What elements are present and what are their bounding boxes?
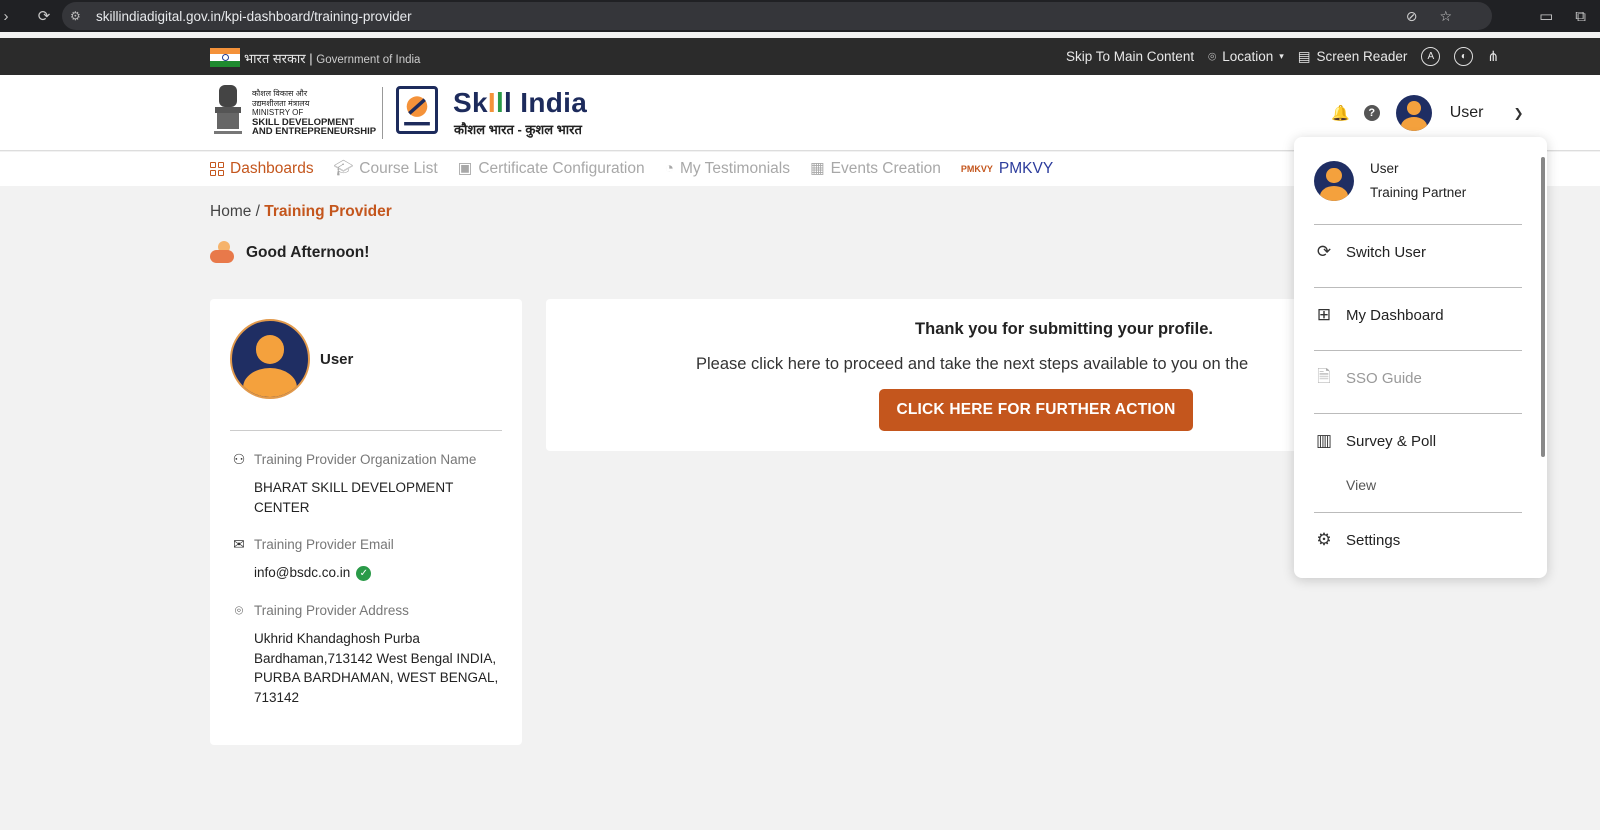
- survey-poll-item[interactable]: ▥ Survey & Poll: [1314, 431, 1436, 451]
- reload-icon[interactable]: ⟳: [34, 7, 54, 25]
- bookmark-star-icon[interactable]: ☆: [1439, 8, 1452, 25]
- address-label: Training Provider Address: [254, 603, 409, 618]
- switch-user-item[interactable]: ⟳ Switch User: [1314, 242, 1426, 262]
- profile-avatar: [230, 319, 310, 399]
- graduation-cap-icon: 🎓︎: [333, 160, 354, 177]
- eye-off-icon[interactable]: ⊘: [1406, 8, 1418, 25]
- calendar-icon: ▦: [809, 160, 825, 177]
- dropdown-user-role: Training Partner: [1370, 185, 1467, 200]
- url-text: skillindiadigital.gov.in/kpi-dashboard/t…: [96, 8, 412, 24]
- help-icon[interactable]: ?: [1363, 105, 1380, 121]
- notification-bell-icon[interactable]: 🔔: [1331, 104, 1350, 122]
- email-field: ✉ Training Provider Email info@bsdc.co.in…: [230, 536, 510, 583]
- site-settings-icon[interactable]: ⚙: [70, 9, 90, 23]
- dropdown-scrollbar[interactable]: [1541, 157, 1545, 457]
- forward-icon[interactable]: ›: [0, 8, 16, 25]
- email-label: Training Provider Email: [254, 537, 394, 552]
- pmkvy-logo: PMKVY: [960, 163, 993, 174]
- gov-hindi: भारत सरकार: [244, 51, 306, 66]
- location-dropdown[interactable]: ⌾ Location ▾: [1208, 49, 1284, 65]
- tab-search-icon[interactable]: ▭: [1539, 7, 1553, 25]
- email-value: info@bsdc.co.in: [254, 565, 351, 580]
- header-avatar[interactable]: [1395, 95, 1432, 131]
- further-action-button[interactable]: CLICK HERE FOR FURTHER ACTION: [879, 389, 1193, 431]
- sun-cloud-icon: [210, 240, 236, 266]
- dropdown-divider: [1314, 350, 1522, 351]
- profile-divider: [230, 430, 502, 431]
- my-dashboard-item[interactable]: ⊞ My Dashboard: [1314, 305, 1444, 325]
- screen-reader-icon: ▤: [1297, 48, 1311, 64]
- address-field: ⌾ Training Provider Address Ukhrid Khanda…: [230, 602, 510, 707]
- testimonial-icon: ◔: [664, 159, 674, 177]
- bar-chart-icon: ▥: [1315, 431, 1333, 450]
- map-pin-icon: ⌾: [234, 602, 244, 618]
- certificate-icon: ▣: [457, 160, 473, 177]
- profile-card: User ⚇ Training Provider Organization Nam…: [210, 299, 522, 745]
- gov-english: Government of India: [316, 54, 421, 66]
- skip-to-main-link[interactable]: Skip To Main Content: [1066, 49, 1194, 64]
- person-icon: ⚇: [232, 451, 246, 467]
- dropdown-divider: [1314, 512, 1522, 513]
- dropdown-user-name: User: [1370, 161, 1399, 176]
- nav-course-list[interactable]: 🎓︎ Course List: [334, 159, 438, 178]
- nav-events-creation[interactable]: ▦ Events Creation: [810, 159, 941, 178]
- breadcrumb: Home / Training Provider: [210, 203, 392, 220]
- contrast-icon[interactable]: ◐: [1454, 47, 1474, 66]
- greeting-text: Good Afternoon!: [246, 244, 370, 261]
- survey-view-link[interactable]: View: [1346, 477, 1376, 493]
- sso-guide-item[interactable]: 🗎 SSO Guide: [1314, 366, 1422, 388]
- settings-item[interactable]: ⚙ Settings: [1314, 530, 1400, 550]
- brand-title[interactable]: SkIll India: [453, 87, 587, 119]
- address-value: Ukhrid Khandaghosh Purba Bardhaman,71314…: [254, 631, 499, 705]
- address-bar[interactable]: ⚙ skillindiadigital.gov.in/kpi-dashboard…: [62, 2, 1492, 30]
- org-name-field: ⚇ Training Provider Organization Name BHA…: [230, 451, 510, 517]
- chevron-down-icon: ▾: [1279, 51, 1284, 61]
- nav-dashboards[interactable]: Dashboards: [210, 159, 314, 178]
- refresh-icon: ⟳: [1316, 242, 1332, 261]
- dropdown-avatar: [1314, 161, 1354, 201]
- browser-toolbar: › ⟳ ⚙ skillindiadigital.gov.in/kpi-dashb…: [0, 0, 1600, 32]
- verified-check-icon: ✓: [356, 565, 372, 581]
- document-icon: 🗎: [1317, 366, 1331, 386]
- org-name-label: Training Provider Organization Name: [254, 452, 477, 467]
- sitemap-icon[interactable]: ⋔: [1487, 48, 1499, 65]
- nav-certificate-configuration[interactable]: ▣ Certificate Configuration: [458, 159, 645, 178]
- dropdown-divider: [1314, 287, 1522, 288]
- dashboard-grid-icon: ⊞: [1316, 305, 1332, 324]
- government-bar: भारत सरकार | Government of India Skip To…: [0, 38, 1600, 75]
- header-divider: [382, 87, 383, 139]
- greeting: Good Afternoon!: [210, 240, 369, 266]
- extensions-icon[interactable]: ⧉: [1575, 8, 1586, 25]
- font-size-icon[interactable]: A: [1421, 47, 1441, 66]
- screen-reader-link[interactable]: ▤ Screen Reader: [1298, 49, 1408, 65]
- breadcrumb-home[interactable]: Home: [210, 203, 251, 220]
- government-label: भारत सरकार | Government of India: [244, 51, 421, 66]
- national-emblem-icon: [214, 85, 242, 134]
- nav-pmkvy[interactable]: PMKVY PMKVY: [961, 159, 1053, 178]
- dropdown-user-info: User Training Partner: [1314, 157, 1466, 205]
- india-flag-icon: [210, 48, 240, 67]
- action-text: Please click here to proceed and take th…: [696, 355, 1249, 373]
- dropdown-divider: [1314, 413, 1522, 414]
- gear-icon: ⚙: [1316, 530, 1332, 549]
- breadcrumb-current: Training Provider: [264, 203, 392, 220]
- location-pin-icon: ⌾: [1208, 48, 1217, 64]
- profile-name: User: [320, 351, 354, 368]
- ministry-label: कौशल विकास और उद्यमशीलता मंत्रालय MINIST…: [252, 89, 377, 137]
- dashboard-grid-icon: [210, 161, 224, 176]
- org-name-value: BHARAT SKILL DEVELOPMENT CENTER: [254, 480, 454, 515]
- skill-india-logo-icon[interactable]: [396, 86, 438, 134]
- screen-reader-label: Screen Reader: [1316, 49, 1408, 64]
- nav-my-testimonials[interactable]: ◔ My Testimonials: [665, 159, 790, 178]
- brand-tagline: कौशल भारत - कुशल भारत: [454, 122, 582, 137]
- user-dropdown-menu: User Training Partner ⟳ Switch User ⊞ My…: [1294, 137, 1547, 578]
- dropdown-divider: [1314, 224, 1522, 225]
- chevron-down-icon[interactable]: ❯: [1513, 106, 1523, 120]
- mail-icon: ✉: [233, 536, 245, 552]
- header-user-name[interactable]: User: [1450, 104, 1484, 122]
- location-label: Location: [1222, 49, 1274, 64]
